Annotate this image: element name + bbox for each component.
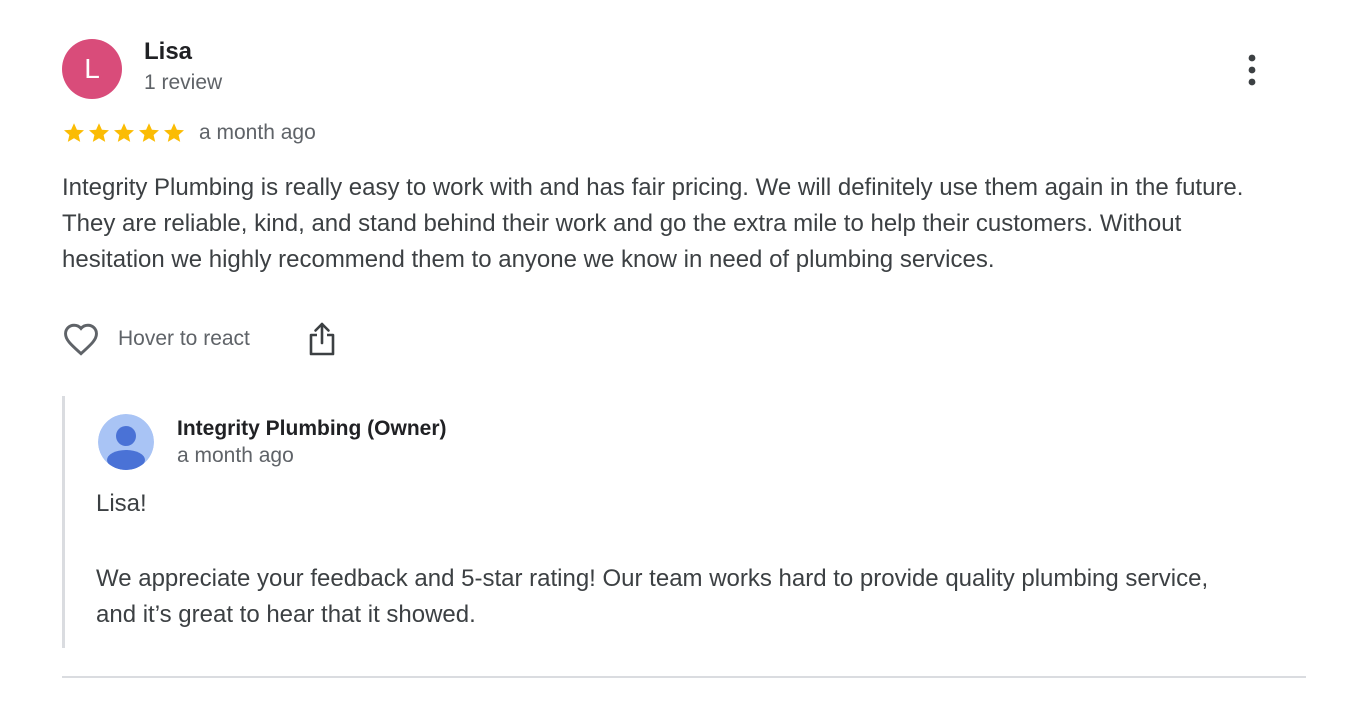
star-icon xyxy=(89,123,109,142)
more-vertical-icon xyxy=(1248,54,1256,86)
reviewer-avatar[interactable]: L xyxy=(62,39,122,99)
review-actions: Hover to react xyxy=(62,318,336,360)
star-rating xyxy=(62,121,186,145)
react-button[interactable]: Hover to react xyxy=(62,322,250,356)
star-icon xyxy=(64,123,84,142)
review-divider xyxy=(62,676,1306,678)
owner-reply: Integrity Plumbing (Owner) a month ago L… xyxy=(62,396,1245,648)
review-text: Integrity Plumbing is really easy to wor… xyxy=(62,174,1244,273)
owner-reply-time: a month ago xyxy=(177,444,294,467)
owner-reply-text: We appreciate your feedback and 5-star r… xyxy=(96,565,1209,628)
person-icon xyxy=(98,414,154,470)
star-icon xyxy=(164,123,184,142)
rating-row: a month ago xyxy=(62,119,316,147)
react-label: Hover to react xyxy=(118,327,250,350)
share-button[interactable] xyxy=(308,321,336,357)
share-icon xyxy=(309,322,335,356)
heart-outline-icon xyxy=(64,323,98,356)
review-card: L Lisa 1 review a month ago Integrity Pl… xyxy=(62,0,1306,714)
more-options-button[interactable] xyxy=(1234,50,1270,90)
owner-avatar xyxy=(98,414,154,470)
review-time: a month ago xyxy=(199,121,316,144)
owner-reply-greeting: Lisa! xyxy=(96,490,147,517)
reviewer-initial: L xyxy=(84,53,100,84)
star-icon xyxy=(114,123,134,142)
owner-name: Integrity Plumbing (Owner) xyxy=(177,417,447,440)
reviewer-name[interactable]: Lisa xyxy=(144,38,192,66)
reviewer-review-count[interactable]: 1 review xyxy=(144,70,222,96)
star-icon xyxy=(139,123,159,142)
